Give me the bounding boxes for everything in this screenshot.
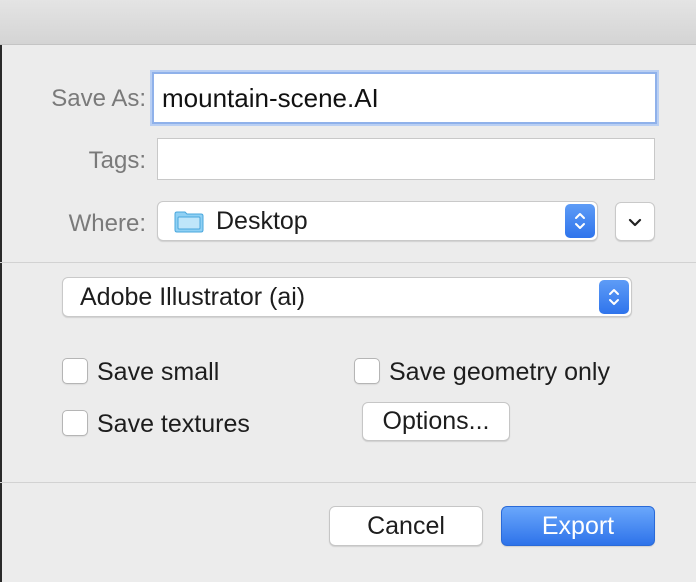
options-button[interactable]: Options... <box>362 402 510 441</box>
filename-input[interactable]: mountain-scene.AI <box>152 72 657 124</box>
divider-bottom <box>0 482 696 483</box>
save-small-checkbox[interactable] <box>62 358 88 384</box>
format-popup[interactable]: Adobe Illustrator (ai) <box>62 277 632 317</box>
updown-chevron-icon <box>565 204 595 238</box>
where-value: Desktop <box>216 206 308 235</box>
divider-top <box>0 262 696 263</box>
cancel-button[interactable]: Cancel <box>329 506 483 546</box>
chevron-down-icon <box>627 216 643 228</box>
expand-button[interactable] <box>615 202 655 241</box>
format-updown-chevron-icon <box>599 280 629 314</box>
tags-label: Tags: <box>88 147 146 174</box>
export-button[interactable]: Export <box>501 506 655 546</box>
save-textures-checkbox[interactable] <box>62 410 88 436</box>
format-value: Adobe Illustrator (ai) <box>80 282 306 311</box>
export-dialog: Save As: mountain-scene.AI Tags: Where: … <box>0 0 696 582</box>
title-bar[interactable] <box>0 0 696 45</box>
save-textures-label: Save textures <box>97 410 250 438</box>
filename-value: mountain-scene.AI <box>162 82 379 113</box>
save-geometry-only-checkbox[interactable] <box>354 358 380 384</box>
save-as-label: Save As: <box>51 85 146 112</box>
window-edge <box>0 0 2 582</box>
where-popup[interactable]: Desktop <box>157 201 598 241</box>
folder-icon <box>174 209 204 233</box>
tags-input[interactable] <box>157 138 655 180</box>
where-label: Where: <box>68 210 146 237</box>
save-geometry-only-label: Save geometry only <box>389 358 610 386</box>
save-small-label: Save small <box>97 358 220 386</box>
